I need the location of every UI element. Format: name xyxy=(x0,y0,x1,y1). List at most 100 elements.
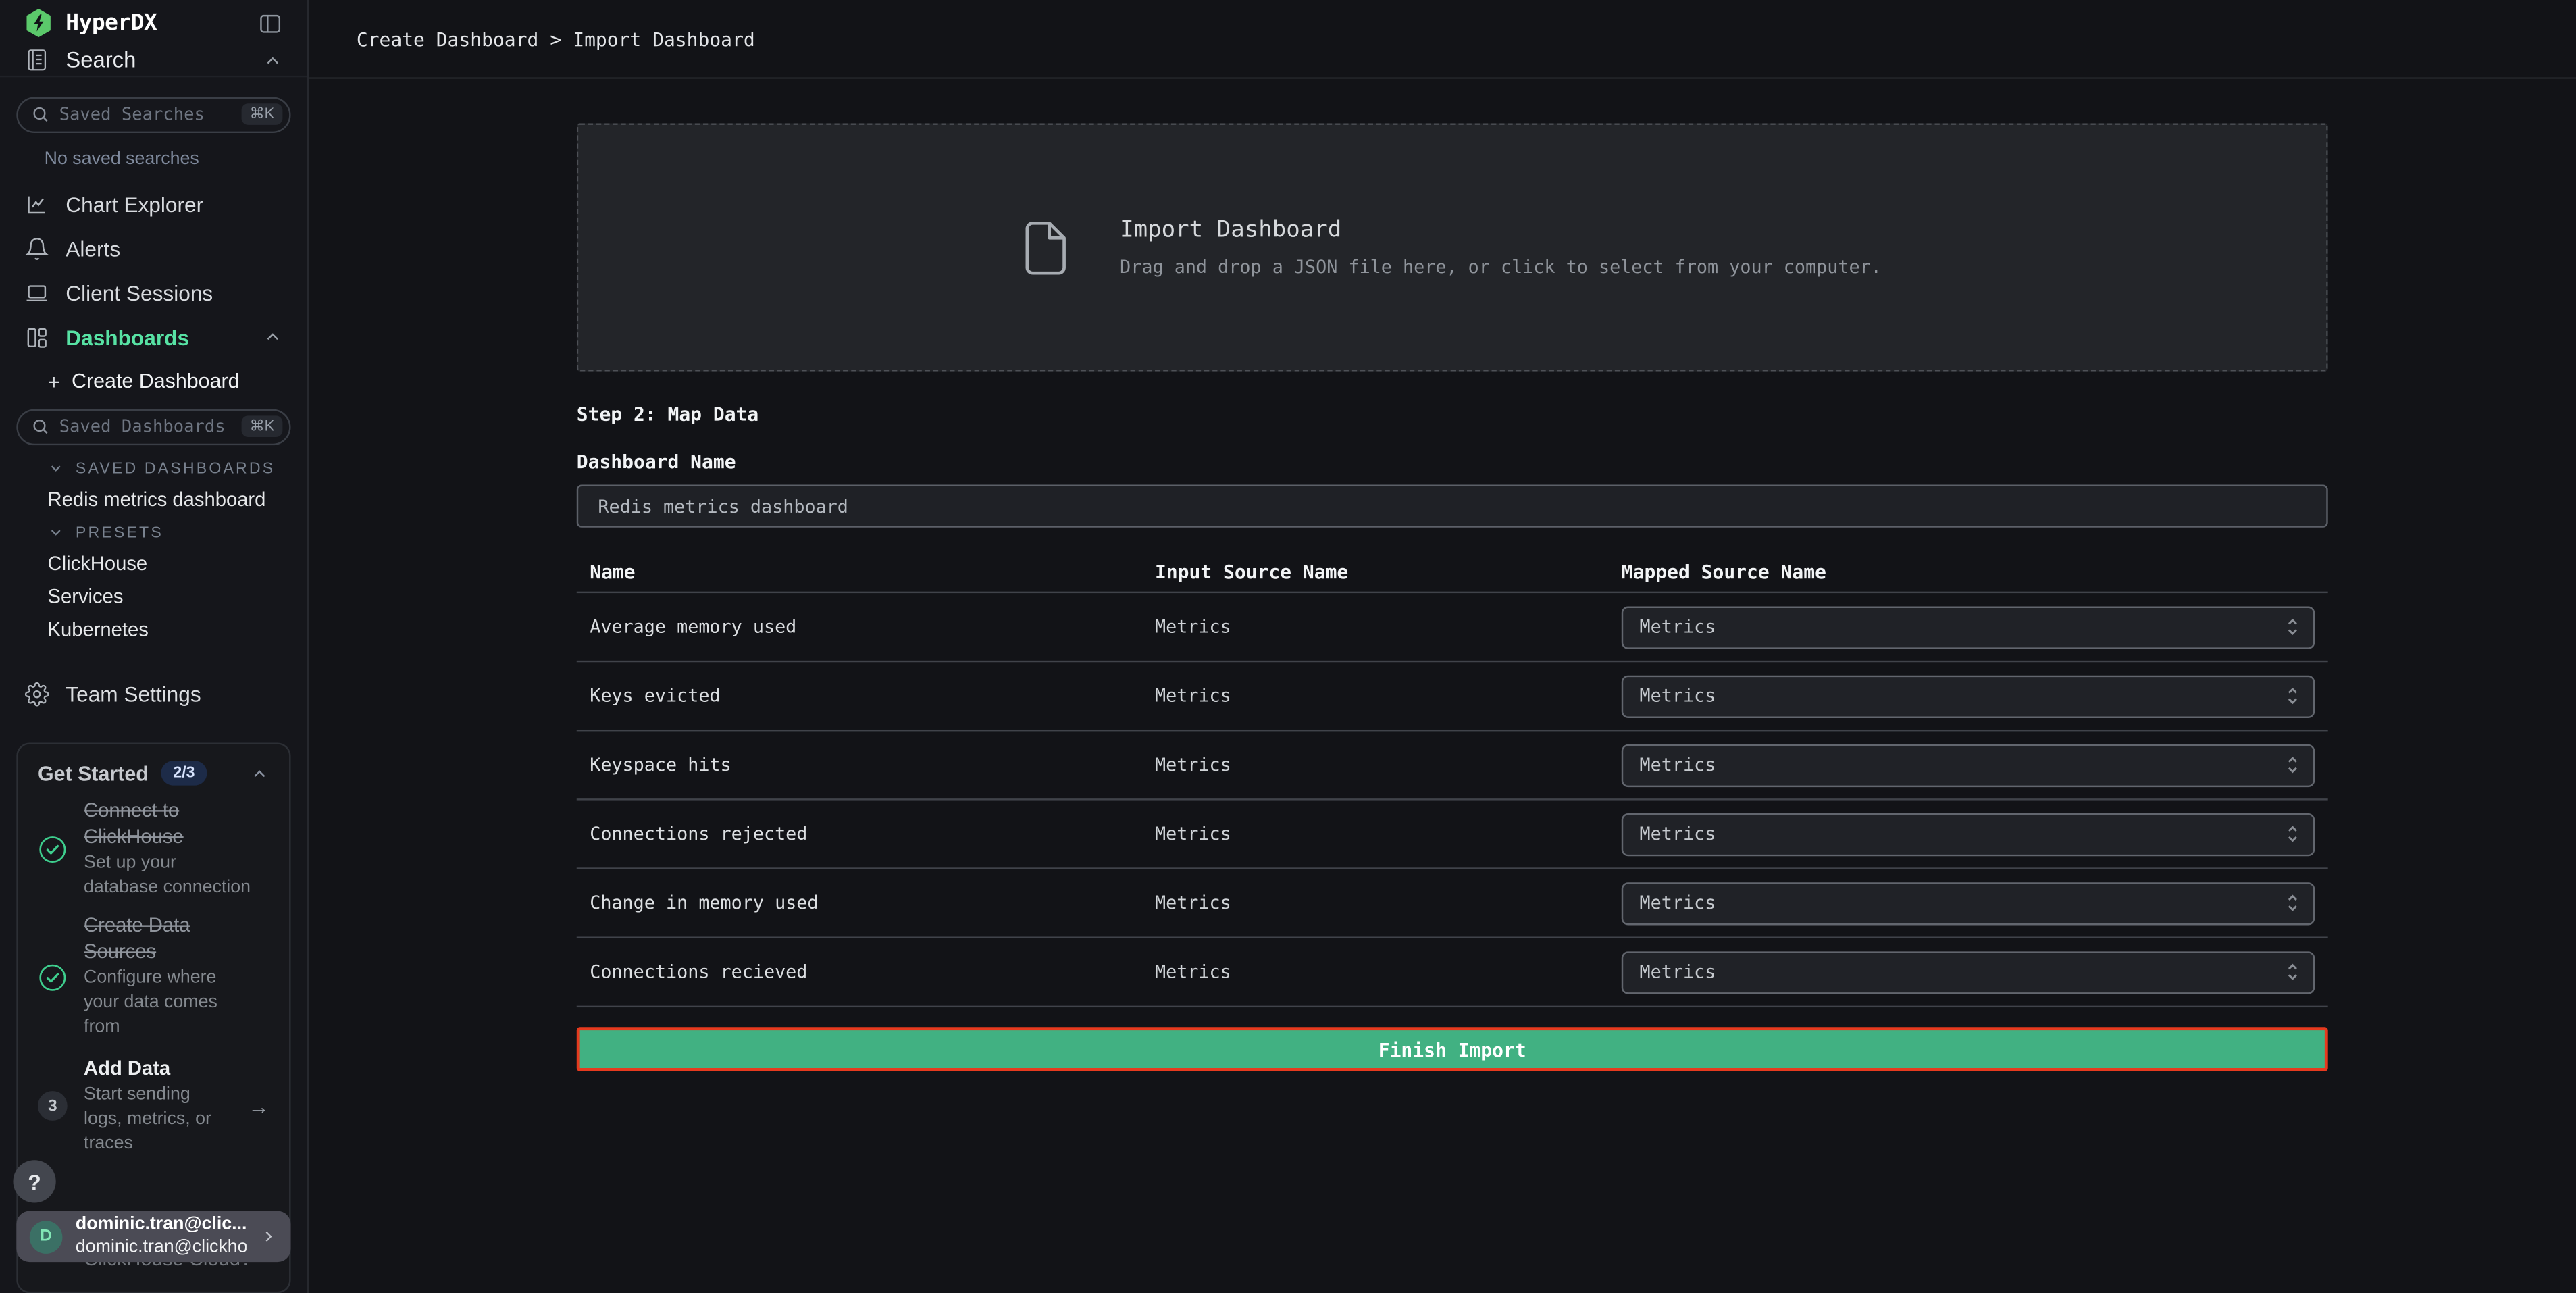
step-title: Connect to ClickHouse xyxy=(84,799,253,851)
nav-label: Alerts xyxy=(66,236,120,261)
create-dashboard-button[interactable]: + Create Dashboard xyxy=(0,370,307,394)
dashboard-name-input[interactable] xyxy=(577,485,2328,528)
main-area: Create Dashboard > Import Dashboard Impo… xyxy=(309,0,2576,1293)
step-title: Create Data Sources xyxy=(84,914,253,965)
gear-icon xyxy=(24,682,49,706)
journal-icon xyxy=(24,49,49,73)
row-input-source: Metrics xyxy=(1155,685,1622,707)
bell-icon xyxy=(24,236,49,261)
column-header-name: Name xyxy=(577,559,1155,582)
mapped-source-select[interactable]: Metrics xyxy=(1622,950,2315,993)
dashboard-grid-icon xyxy=(24,325,49,349)
hyperdx-app: HyperDX xyxy=(0,0,2576,1293)
row-input-source: Metrics xyxy=(1155,892,1622,914)
sidebar-item-team-settings[interactable]: Team Settings xyxy=(0,682,307,706)
finish-import-button[interactable]: Finish Import xyxy=(577,1027,2328,1071)
row-name: Average memory used xyxy=(577,616,1155,638)
step-subtitle: Set up your database connection xyxy=(84,852,253,901)
select-chevrons-icon xyxy=(2285,960,2300,984)
row-name: Keys evicted xyxy=(577,685,1155,707)
shortcut-badge: ⌘K xyxy=(242,104,283,126)
breadcrumb: Create Dashboard > Import Dashboard xyxy=(357,27,755,50)
topbar: Create Dashboard > Import Dashboard xyxy=(309,0,2576,79)
table-row: Keyspace hits Metrics Metrics xyxy=(577,731,2328,800)
saved-searches-input[interactable]: Saved Searches ⌘K xyxy=(16,97,290,133)
step-number-badge: 3 xyxy=(38,1092,68,1121)
sidebar-item-alerts[interactable]: Alerts xyxy=(0,226,307,271)
mapped-source-select[interactable]: Metrics xyxy=(1622,813,2315,855)
no-saved-searches-text: No saved searches xyxy=(45,149,291,169)
row-input-source: Metrics xyxy=(1155,823,1622,845)
sidebar-collapse-button[interactable] xyxy=(258,11,282,35)
step-title: Add Data xyxy=(84,1057,232,1082)
shortcut-badge: ⌘K xyxy=(242,416,283,438)
brand-name: HyperDX xyxy=(66,10,157,36)
team-settings-label: Team Settings xyxy=(66,682,201,706)
mapped-source-select[interactable]: Metrics xyxy=(1622,744,2315,786)
check-circle-icon xyxy=(38,962,68,992)
saved-searches-placeholder: Saved Searches xyxy=(59,105,232,124)
presets-header[interactable]: PRESETS xyxy=(0,524,307,542)
breadcrumb-import-dashboard[interactable]: Import Dashboard xyxy=(573,27,754,50)
mapped-source-select[interactable]: Metrics xyxy=(1622,605,2315,648)
arrow-right-icon: → xyxy=(248,1094,269,1119)
column-header-input-source: Input Source Name xyxy=(1155,559,1622,582)
get-started-step-connect[interactable]: Connect to ClickHouse Set up your databa… xyxy=(38,799,269,901)
chevron-down-icon xyxy=(48,525,64,541)
mapped-source-select[interactable]: Metrics xyxy=(1622,674,2315,717)
table-row: Keys evicted Metrics Metrics xyxy=(577,662,2328,731)
search-section-label: Search xyxy=(66,49,136,73)
file-icon xyxy=(1023,220,1068,276)
row-name: Connections recieved xyxy=(577,961,1155,983)
user-name: dominic.tran@clic... xyxy=(76,1214,247,1236)
sidebar-logo-row: HyperDX xyxy=(0,0,307,46)
select-chevrons-icon xyxy=(2285,753,2300,777)
preset-item-clickhouse[interactable]: ClickHouse xyxy=(0,547,307,580)
create-dashboard-label: Create Dashboard xyxy=(72,370,239,393)
search-icon xyxy=(31,418,49,436)
row-input-source: Metrics xyxy=(1155,616,1622,638)
get-started-step-sources[interactable]: Create Data Sources Configure where your… xyxy=(38,914,269,1040)
mapping-table: Name Input Source Name Mapped Source Nam… xyxy=(577,551,2328,1007)
select-chevrons-icon xyxy=(2285,821,2300,846)
sidebar-item-client-sessions[interactable]: Client Sessions xyxy=(0,271,307,315)
mapped-source-select[interactable]: Metrics xyxy=(1622,882,2315,924)
row-input-source: Metrics xyxy=(1155,961,1622,983)
saved-dashboard-item[interactable]: Redis metrics dashboard xyxy=(0,483,307,516)
search-icon xyxy=(31,106,49,124)
progress-badge: 2/3 xyxy=(161,761,206,786)
table-row: Change in memory used Metrics Metrics xyxy=(577,869,2328,938)
check-circle-icon xyxy=(38,835,68,865)
nav-label: Client Sessions xyxy=(66,281,213,305)
select-chevrons-icon xyxy=(2285,684,2300,708)
select-chevrons-icon xyxy=(2285,890,2300,915)
get-started-header[interactable]: Get Started 2/3 xyxy=(38,761,269,786)
hyperdx-logo-icon xyxy=(24,8,52,38)
dashboard-name-label: Dashboard Name xyxy=(577,450,2328,473)
select-chevrons-icon xyxy=(2285,615,2300,639)
json-dropzone[interactable]: Import Dashboard Drag and drop a JSON fi… xyxy=(577,123,2328,371)
saved-dashboards-header[interactable]: SAVED DASHBOARDS xyxy=(0,460,307,478)
dropzone-title: Import Dashboard xyxy=(1120,217,1882,243)
preset-item-services[interactable]: Services xyxy=(0,580,307,613)
get-started-step-add-data[interactable]: 3 Add Data Start sending logs, metrics, … xyxy=(38,1057,269,1157)
breadcrumb-create-dashboard[interactable]: Create Dashboard xyxy=(357,27,538,50)
row-name: Change in memory used xyxy=(577,892,1155,914)
plus-icon: + xyxy=(48,370,60,394)
brand-link[interactable]: HyperDX xyxy=(24,8,157,38)
preset-item-kubernetes[interactable]: Kubernetes xyxy=(0,613,307,646)
sidebar-item-chart-explorer[interactable]: Chart Explorer xyxy=(0,182,307,227)
sidebar-item-dashboards[interactable]: Dashboards xyxy=(0,315,307,360)
nav-label: Dashboards xyxy=(66,325,189,349)
sidebar-section-search[interactable]: Search xyxy=(0,46,307,77)
saved-dashboards-input[interactable]: Saved Dashboards ⌘K xyxy=(16,409,290,445)
step-subtitle: Configure where your data comes from xyxy=(84,967,253,1040)
user-email: dominic.tran@clickho... xyxy=(76,1236,247,1259)
chevron-up-icon xyxy=(263,51,282,70)
laptop-icon xyxy=(24,281,49,305)
chevron-up-icon xyxy=(250,763,269,783)
help-button[interactable]: ? xyxy=(13,1160,55,1202)
step-subtitle: Start sending logs, metrics, or traces xyxy=(84,1084,232,1157)
sidebar: HyperDX xyxy=(0,0,309,1293)
user-menu[interactable]: D dominic.tran@clic... dominic.tran@clic… xyxy=(16,1211,290,1262)
